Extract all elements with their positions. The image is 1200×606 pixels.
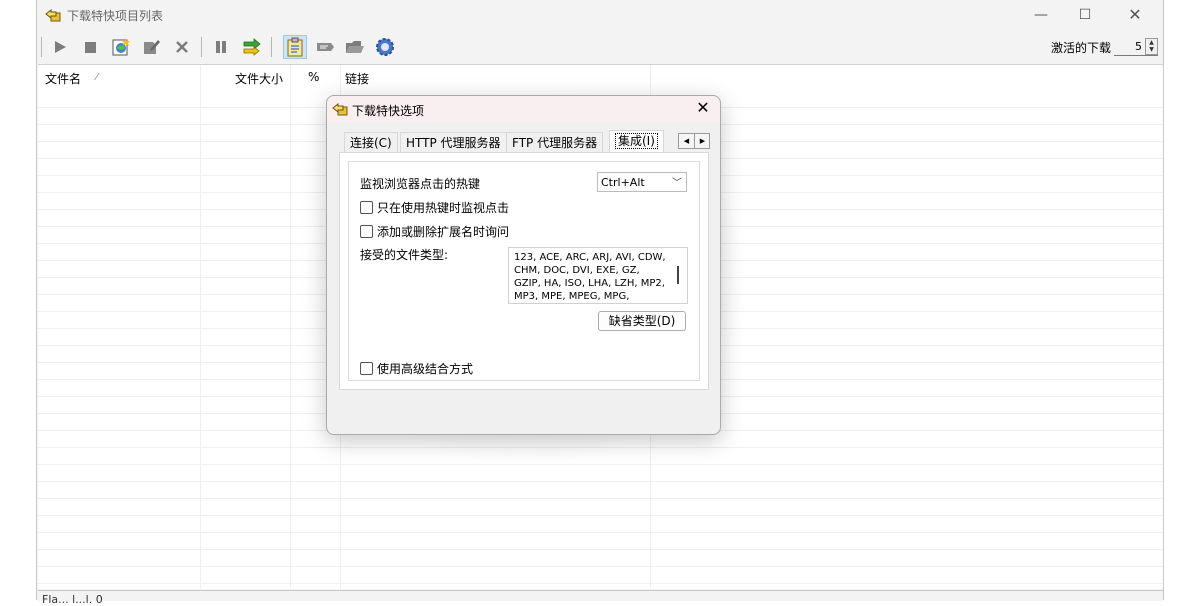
folder-button[interactable]	[344, 36, 366, 58]
table-row	[38, 583, 1163, 584]
toolbar	[37, 32, 1163, 62]
default-types-button[interactable]: 缺省类型(D)	[598, 311, 686, 331]
chevron-down-icon[interactable]: ▼	[1146, 46, 1157, 53]
table-row	[38, 498, 1163, 499]
maximize-button[interactable]: ☐	[1063, 0, 1107, 30]
status-bar: Fla... l...l. 0	[38, 590, 1163, 606]
tab-integration-label: 集成(I)	[615, 133, 658, 149]
accepted-types-text: 123, ACE, ARC, ARJ, AVI, CDW, CHM, DOC, …	[514, 252, 666, 302]
play-icon	[55, 41, 66, 53]
active-downloads-value: 5	[1135, 40, 1142, 53]
only-hotkey-checkbox[interactable]: 只在使用热键时监视点击	[360, 199, 509, 216]
table-row	[38, 481, 1163, 482]
chevron-left-icon[interactable]: ◀	[679, 134, 695, 148]
table-row	[38, 532, 1163, 533]
pause-button[interactable]	[210, 36, 232, 58]
app-arrow-icon	[45, 8, 61, 22]
tab-http-proxy[interactable]: HTTP 代理服务器	[400, 132, 507, 152]
accepted-types-textarea[interactable]: 123, ACE, ARC, ARJ, AVI, CDW, CHM, DOC, …	[508, 247, 688, 304]
dialog-title-bar[interactable]: 下载特快选项 ✕	[327, 96, 720, 122]
move-button[interactable]	[241, 36, 263, 58]
edit-icon	[144, 40, 160, 54]
toolbar-separator	[41, 37, 42, 57]
delete-x-icon	[176, 41, 188, 53]
options-button[interactable]	[283, 35, 307, 59]
chevron-right-icon[interactable]: ▶	[695, 134, 710, 148]
sort-icon: ⁄	[96, 72, 98, 83]
edit-button[interactable]	[140, 36, 162, 58]
tab-integration[interactable]: 集成(I)	[609, 130, 664, 153]
window-title: 下载特快项目列表	[67, 9, 164, 23]
folder-icon	[346, 41, 364, 53]
close-button[interactable]: ✕	[1113, 0, 1157, 30]
add-download-button[interactable]	[110, 36, 132, 58]
tab-strip: 连接(C) HTTP 代理服务器 FTP 代理服务器 集成(I)	[339, 130, 709, 153]
stepper-arrows[interactable]: ▲ ▼	[1145, 38, 1158, 55]
delete-button[interactable]	[171, 36, 193, 58]
column-filesize[interactable]: 文件大小	[235, 70, 283, 87]
app-arrow-icon	[332, 102, 348, 116]
ask-extensions-label: 添加或删除扩展名时询问	[377, 225, 510, 239]
table-row	[38, 515, 1163, 516]
tab-ftp-proxy[interactable]: FTP 代理服务器	[506, 132, 604, 152]
table-row	[38, 549, 1163, 550]
dialog-title: 下载特快选项	[352, 104, 425, 118]
only-hotkey-label: 只在使用热键时监视点击	[377, 201, 510, 215]
settings-button[interactable]	[374, 36, 396, 58]
advanced-integration-label: 使用高级结合方式	[377, 362, 474, 376]
clipboard-icon	[287, 37, 303, 57]
accepted-types-label: 接受的文件类型:	[360, 248, 449, 262]
start-button[interactable]	[49, 36, 71, 58]
tag-icon	[317, 43, 334, 51]
active-downloads-stepper[interactable]: 5 ▲ ▼	[1114, 38, 1158, 56]
chevron-up-icon[interactable]: ▲	[1146, 39, 1157, 46]
toolbar-separator	[271, 37, 272, 57]
column-filename[interactable]: 文件名	[45, 70, 81, 87]
checkbox-box[interactable]	[360, 362, 373, 375]
green-arrows-icon	[243, 38, 261, 56]
options-dialog: 下载特快选项 ✕ 连接(C) HTTP 代理服务器 FTP 代理服务器 集成(I…	[326, 95, 721, 435]
column-divider	[200, 65, 201, 589]
checkbox-box[interactable]	[360, 225, 373, 238]
column-divider	[290, 65, 291, 589]
checkbox-box[interactable]	[360, 201, 373, 214]
title-bar[interactable]: 下载特快项目列表 — ☐ ✕	[37, 0, 1163, 30]
stop-icon	[85, 42, 96, 53]
tab-connection[interactable]: 连接(C)	[344, 132, 398, 152]
toolbar-separator	[201, 37, 202, 57]
hotkey-label: 监视浏览器点击的热键	[360, 177, 481, 191]
table-row	[38, 566, 1163, 567]
tab-scroll[interactable]: ◀ ▶	[678, 133, 710, 149]
dialog-close-button[interactable]: ✕	[692, 98, 714, 117]
advanced-integration-checkbox[interactable]: 使用高级结合方式	[360, 360, 473, 377]
stop-button[interactable]	[79, 36, 101, 58]
ask-extensions-checkbox[interactable]: 添加或删除扩展名时询问	[360, 223, 509, 240]
scrollbar-thumb[interactable]	[677, 266, 679, 284]
gear-icon	[376, 38, 394, 56]
chevron-down-icon: ﹀	[672, 178, 682, 189]
hotkey-select[interactable]: Ctrl+Alt ﹀	[597, 172, 687, 192]
pause-icon	[216, 41, 226, 53]
active-downloads-label: 激活的下载	[1050, 41, 1111, 55]
hotkey-value: Ctrl+Alt	[601, 176, 645, 189]
globe-add-icon	[112, 38, 130, 56]
minimize-button[interactable]: —	[1019, 0, 1063, 30]
tag-button[interactable]	[314, 36, 336, 58]
